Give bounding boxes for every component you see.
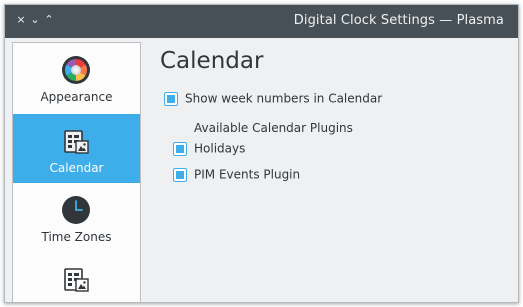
sidebar-item-label: Calendar	[49, 161, 104, 175]
show-week-numbers-checkbox[interactable]: Show week numbers in Calendar	[164, 91, 382, 106]
checkbox-label: Holidays	[194, 141, 246, 156]
calendar-settings-panel: Calendar Show week numbers in Calendar A…	[142, 39, 518, 302]
plugins-heading: Available Calendar Plugins	[194, 121, 353, 135]
checkbox-checked-icon[interactable]	[173, 141, 187, 156]
title-bar[interactable]: × ⌄ ⌃ Digital Clock Settings — Plasma	[5, 5, 518, 38]
sidebar-item-time-zones[interactable]: Time Zones	[13, 183, 140, 252]
sidebar-item-label: Appearance	[40, 90, 113, 104]
checkbox-label: Show week numbers in Calendar	[185, 91, 383, 106]
window-title: Digital Clock Settings — Plasma	[293, 13, 504, 28]
sidebar-item-appearance[interactable]: Appearance	[13, 43, 140, 112]
sidebar-item-calendar[interactable]: Calendar	[13, 114, 140, 183]
sidebar-item-calendar-extra[interactable]	[13, 252, 140, 302]
checkbox-label: PIM Events Plugin	[194, 167, 301, 182]
sidebar: Appearance Calendar Time Zones	[12, 42, 141, 302]
checkbox-checked-icon[interactable]	[164, 91, 178, 106]
calendar-icon	[64, 130, 89, 154]
calendar-icon	[64, 268, 89, 292]
clock-icon	[62, 196, 90, 224]
minimize-button[interactable]: ⌄	[28, 12, 42, 28]
page-title: Calendar	[160, 48, 264, 74]
maximize-button[interactable]: ⌃	[42, 12, 56, 28]
settings-window: × ⌄ ⌃ Digital Clock Settings — Plasma Ap…	[4, 4, 519, 303]
checkbox-checked-icon[interactable]	[173, 167, 187, 182]
color-wheel-icon	[62, 56, 90, 84]
sidebar-item-label: Time Zones	[41, 230, 112, 244]
close-button[interactable]: ×	[14, 12, 28, 28]
pim-events-plugin-checkbox[interactable]: PIM Events Plugin	[173, 167, 300, 182]
holidays-checkbox[interactable]: Holidays	[173, 141, 245, 156]
